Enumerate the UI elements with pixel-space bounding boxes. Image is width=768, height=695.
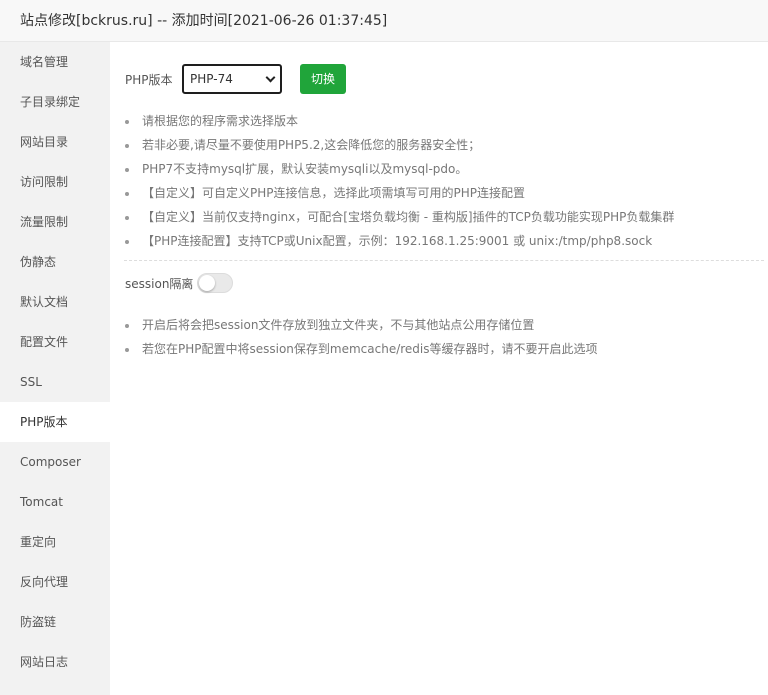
sidebar-item-site-log[interactable]: 网站日志: [0, 642, 110, 682]
session-isolation-toggle[interactable]: [197, 273, 234, 293]
php-version-selected-value: PHP-74: [190, 72, 233, 86]
sidebar-item-traffic-limit[interactable]: 流量限制: [0, 202, 110, 242]
chevron-down-icon: [265, 72, 276, 82]
sidebar: 域名管理 子目录绑定 网站目录 访问限制 流量限制 伪静态 默认文档 配置文件 …: [0, 42, 110, 695]
site-settings-window: 站点修改[bckrus.ru] -- 添加时间[2021-06-26 01:37…: [0, 0, 768, 695]
list-item: 开启后将会把session文件存放到独立文件夹，不与其他站点公用存储位置: [125, 313, 598, 337]
list-item: 【PHP连接配置】支持TCP或Unix配置，示例：192.168.1.25:90…: [125, 229, 674, 253]
toggle-knob: [199, 275, 216, 291]
sidebar-item-hotlink[interactable]: 防盗链: [0, 602, 110, 642]
list-item: 【自定义】当前仅支持nginx，可配合[宝塔负载均衡 - 重构版]插件的TCP负…: [125, 205, 674, 229]
list-item: 若非必要,请尽量不要使用PHP5.2,这会降低您的服务器安全性；: [125, 133, 674, 157]
list-item: 请根据您的程序需求选择版本: [125, 109, 674, 133]
sidebar-item-access-limit[interactable]: 访问限制: [0, 162, 110, 202]
sidebar-item-php-version[interactable]: PHP版本: [0, 402, 110, 442]
switch-php-button[interactable]: 切换: [300, 64, 346, 94]
section-divider: [124, 260, 764, 261]
session-tips-list: 开启后将会把session文件存放到独立文件夹，不与其他站点公用存储位置 若您在…: [125, 313, 598, 361]
sidebar-item-redirect[interactable]: 重定向: [0, 522, 110, 562]
list-item: 若您在PHP配置中将session保存到memcache/redis等缓存器时，…: [125, 337, 598, 361]
php-tips-list: 请根据您的程序需求选择版本 若非必要,请尽量不要使用PHP5.2,这会降低您的服…: [125, 109, 674, 253]
sidebar-item-config-file[interactable]: 配置文件: [0, 322, 110, 362]
session-isolation-label: session隔离: [125, 276, 194, 291]
sidebar-item-site-directory[interactable]: 网站目录: [0, 122, 110, 162]
sidebar-item-composer[interactable]: Composer: [0, 442, 110, 482]
list-item: 【自定义】可自定义PHP连接信息，选择此项需填写可用的PHP连接配置: [125, 181, 674, 205]
sidebar-item-domain[interactable]: 域名管理: [0, 42, 110, 82]
php-version-label: PHP版本: [125, 72, 173, 87]
sidebar-item-tomcat[interactable]: Tomcat: [0, 482, 110, 522]
php-version-select[interactable]: PHP-74: [182, 64, 282, 94]
php-version-row: PHP版本 PHP-74 切换: [125, 64, 346, 94]
main-panel: PHP版本 PHP-74 切换 请根据您的程序需求选择版本 若非必要,请尽量不要…: [110, 42, 768, 695]
sidebar-item-rewrite[interactable]: 伪静态: [0, 242, 110, 282]
sidebar-item-default-doc[interactable]: 默认文档: [0, 282, 110, 322]
session-isolation-row: session隔离: [125, 272, 234, 294]
sidebar-item-ssl[interactable]: SSL: [0, 362, 110, 402]
sidebar-item-reverse-proxy[interactable]: 反向代理: [0, 562, 110, 602]
window-title: 站点修改[bckrus.ru] -- 添加时间[2021-06-26 01:37…: [0, 0, 768, 42]
list-item: PHP7不支持mysql扩展，默认安装mysqli以及mysql-pdo。: [125, 157, 674, 181]
sidebar-item-subdir-binding[interactable]: 子目录绑定: [0, 82, 110, 122]
